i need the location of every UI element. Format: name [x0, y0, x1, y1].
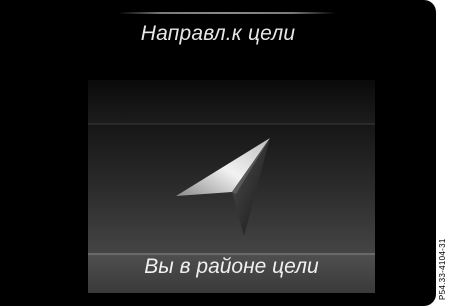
panel-header-area	[88, 80, 375, 123]
navigation-arrow-icon	[172, 134, 282, 238]
figure-reference-code: P54.33-4104-31	[438, 238, 447, 300]
top-divider	[118, 12, 336, 14]
display-screen: Направл.к цели Вы в районе цели	[0, 0, 436, 306]
figure-reference-margin: P54.33-4104-31	[436, 0, 454, 306]
status-message: Вы в районе цели	[144, 255, 319, 278]
screen-title: Направл.к цели	[140, 22, 296, 45]
